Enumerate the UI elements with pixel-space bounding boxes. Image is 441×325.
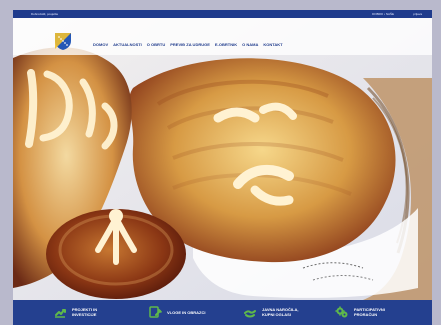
login-link[interactable]: prijava (413, 12, 422, 16)
browser-screenshot-frame: Dobrodošli, posjetite DOBRO • NAŠE prija… (13, 10, 432, 325)
nav-item-udruge[interactable]: PREVIĐ ZA UDRUGE (170, 42, 210, 47)
quick-link-procurement-label: JAVNA NAROČILA, KUPNI OGLASI (262, 307, 299, 317)
nav-item-domov[interactable]: DOMOV (93, 42, 108, 47)
quick-link-procurement[interactable]: JAVNA NAROČILA, KUPNI OGLASI (243, 305, 298, 319)
nav-item-o-nama[interactable]: O NAMA (242, 42, 258, 47)
top-right-text[interactable]: DOBRO • NAŠE (372, 12, 394, 16)
welcome-text: Dobrodošli, posjetite (31, 12, 59, 16)
edit-document-icon (149, 306, 162, 318)
quick-link-forms[interactable]: VLOGE IN OBRAZCI (148, 305, 205, 319)
nav-item-kontakt[interactable]: KONTAKT (263, 42, 282, 47)
quick-link-projects-label: PROJEKTI IN INVESTICIJE (72, 307, 98, 317)
nav-item-aktualnosti[interactable]: AKTUALNOSTI (113, 42, 142, 47)
top-utility-bar: Dobrodošli, posjetite DOBRO • NAŠE prija… (13, 10, 432, 18)
hero-image-bread (13, 18, 432, 300)
coat-of-arms-logo[interactable] (53, 31, 73, 51)
main-navigation: DOMOV AKTUALNOSTI O OBRTU PREVIĐ ZA UDRU… (13, 18, 432, 55)
quick-link-forms-label: VLOGE IN OBRAZCI (167, 309, 206, 315)
top-menu: DOMOV AKTUALNOSTI O OBRTU PREVIĐ ZA UDRU… (93, 42, 283, 47)
quick-link-participatory-budget-label: PARTICIPATIVNI PRORAČUN (354, 307, 385, 317)
quick-link-participatory-budget[interactable]: PARTICIPATIVNI PRORAČUN (335, 305, 385, 319)
quick-link-projects[interactable]: PROJEKTI IN INVESTICIJE (53, 305, 97, 319)
gears-icon (335, 306, 348, 318)
nav-item-e-obrtnik[interactable]: E-OBRTNIK (215, 42, 237, 47)
quick-links-bar: PROJEKTI IN INVESTICIJE VLOGE IN OBRAZCI… (13, 300, 432, 325)
hands-icon (244, 310, 256, 318)
nav-item-o-obrtu[interactable]: O OBRTU (147, 42, 165, 47)
chart-icon (55, 309, 66, 318)
